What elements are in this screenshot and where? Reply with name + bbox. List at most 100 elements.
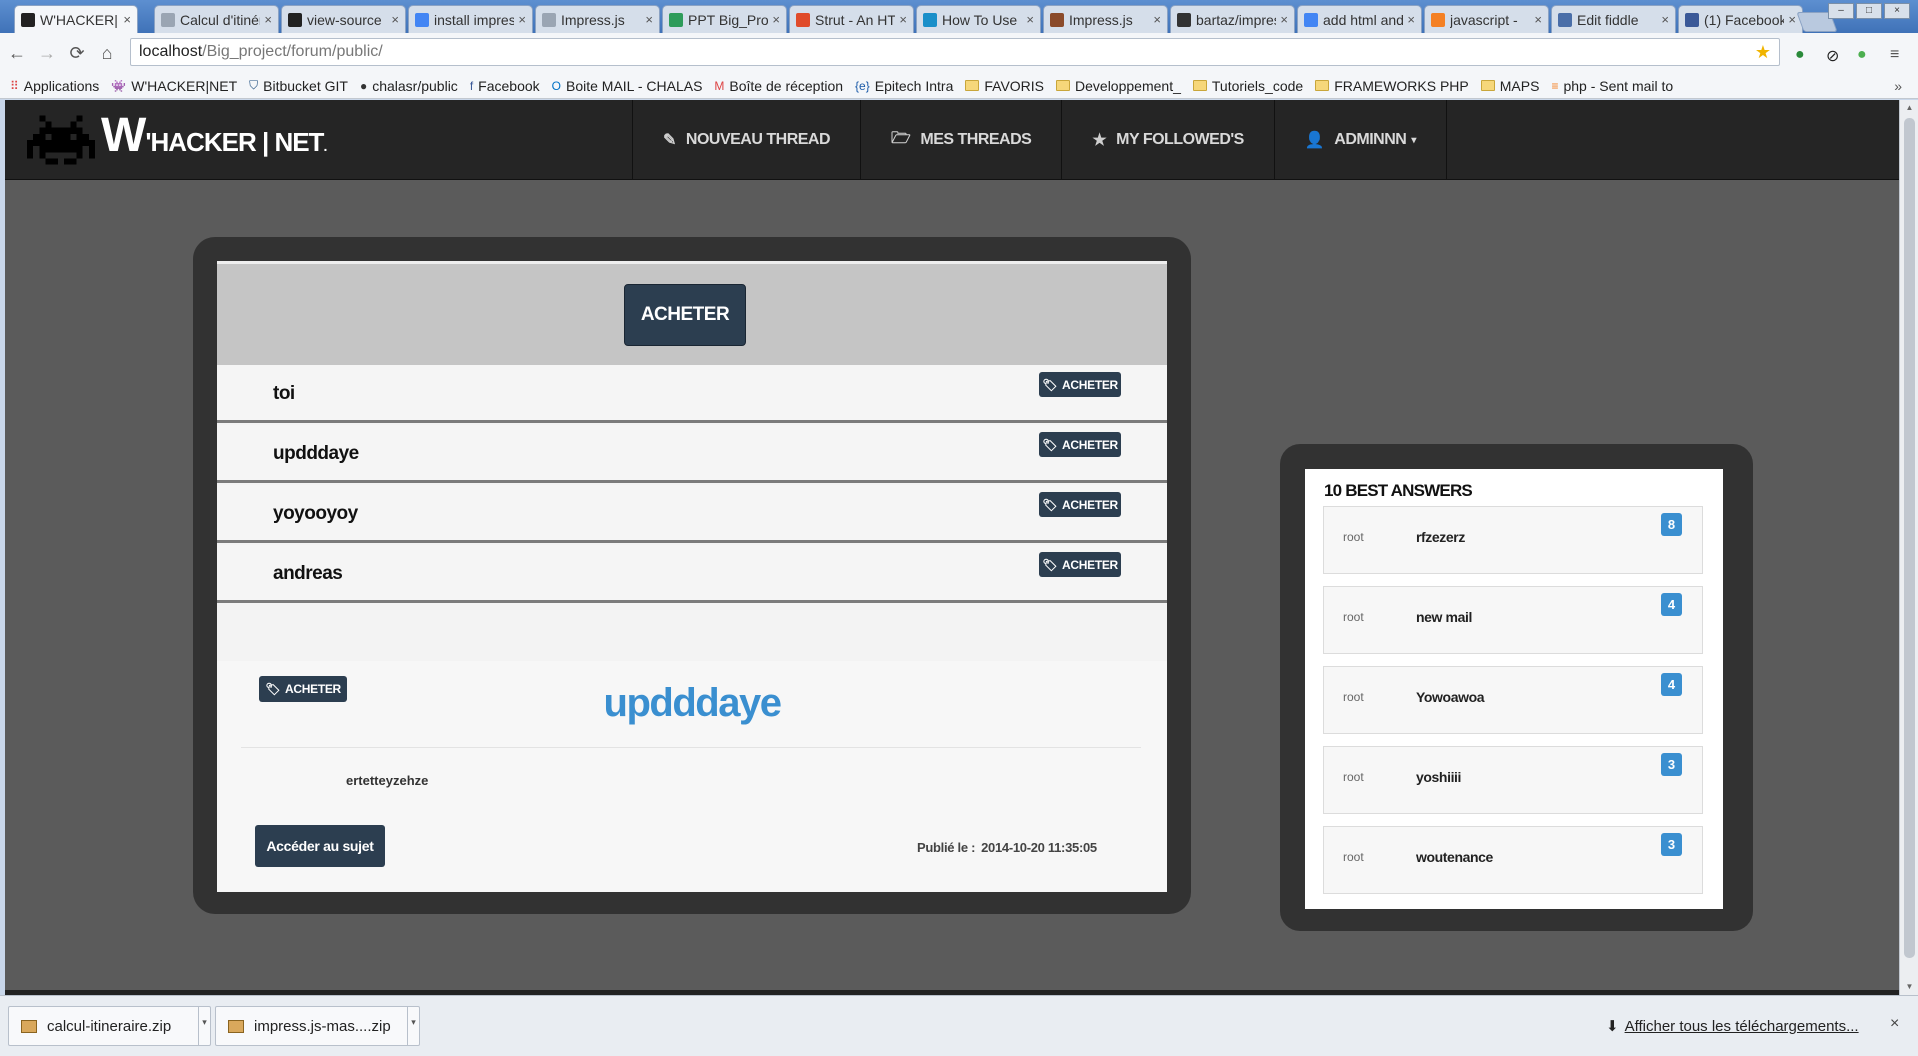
download-menu-icon[interactable]: ▾ xyxy=(198,1007,210,1045)
maximize-window-button[interactable]: □ xyxy=(1856,3,1882,19)
thread-title[interactable]: updddaye xyxy=(273,443,359,465)
strut-icon xyxy=(796,12,810,27)
address-bar[interactable]: localhost/Big_project/forum/public/ ★ xyxy=(130,38,1780,66)
browser-tab[interactable]: bartaz/impress.js × xyxy=(1170,5,1295,33)
browser-tab[interactable]: javascript - × xyxy=(1424,5,1549,33)
browser-tab[interactable]: add html and × xyxy=(1297,5,1422,33)
browser-tab[interactable]: view-source × xyxy=(281,5,406,33)
browser-tab[interactable]: Impress.js × xyxy=(535,5,660,33)
blocker-extension-icon[interactable]: ⊘ xyxy=(1826,46,1839,66)
nav-adminnn[interactable]: 👤 ADMINNN ▾ xyxy=(1275,100,1447,180)
tab-close-icon[interactable]: × xyxy=(391,12,399,27)
page-scrollbar[interactable]: ▲ ▼ xyxy=(1899,100,1918,995)
tab-close-icon[interactable]: × xyxy=(1026,12,1034,27)
answer-title[interactable]: new mail xyxy=(1416,609,1472,625)
minimize-window-button[interactable]: – xyxy=(1828,3,1854,19)
tag-label: ACHETER xyxy=(1062,557,1118,572)
thread-title[interactable]: toi xyxy=(273,383,295,405)
home-button[interactable]: ⌂ xyxy=(94,43,120,64)
thread-row[interactable]: toi 🏷 ACHETER xyxy=(217,365,1167,423)
globe-extension-icon[interactable]: ● xyxy=(1795,46,1805,64)
tab-close-icon[interactable]: × xyxy=(1153,12,1161,27)
show-all-downloads-link[interactable]: ⬇ Afficher tous les téléchargements... xyxy=(1606,1017,1859,1035)
browser-tab[interactable]: PPT Big_Project× xyxy=(662,5,787,33)
back-button[interactable]: ← xyxy=(4,43,30,64)
tab-title: view-source xyxy=(307,11,382,28)
thread-row[interactable]: updddaye 🏷 ACHETER xyxy=(217,425,1167,483)
access-thread-button[interactable]: Accéder au sujet xyxy=(255,825,385,867)
tab-close-icon[interactable]: × xyxy=(1534,12,1542,27)
bookmark-item[interactable]: ⛉ Bitbucket GIT xyxy=(249,78,348,94)
best-answer-item[interactable]: root yoshiiii 3 xyxy=(1323,746,1703,814)
scroll-up-icon[interactable]: ▲ xyxy=(1900,100,1918,116)
tab-close-icon[interactable]: × xyxy=(1407,12,1415,27)
bookmark-item[interactable]: FAVORIS xyxy=(965,78,1044,94)
tab-close-icon[interactable]: × xyxy=(264,12,272,27)
bookmark-item[interactable]: {e} Epitech Intra xyxy=(855,78,953,94)
browser-tab[interactable]: Edit fiddle × xyxy=(1551,5,1676,33)
buy-tag-button[interactable]: 🏷 ACHETER xyxy=(1039,372,1121,397)
download-menu-icon[interactable]: ▾ xyxy=(407,1007,419,1045)
best-answer-item[interactable]: root woutenance 3 xyxy=(1323,826,1703,894)
best-answer-item[interactable]: root Yowoawoa 4 xyxy=(1323,666,1703,734)
bookmark-item[interactable]: ● chalasr/public xyxy=(360,78,458,94)
tab-close-icon[interactable]: × xyxy=(518,12,526,27)
browser-tab[interactable]: Impress.js × xyxy=(1043,5,1168,33)
bookmark-item[interactable]: M Boîte de réception xyxy=(714,78,843,94)
thread-detail-title[interactable]: updddaye xyxy=(217,681,1167,726)
bookmark-item[interactable]: O Boite MAIL - CHALAS xyxy=(552,78,703,94)
answer-title[interactable]: Yowoawoa xyxy=(1416,689,1485,705)
answer-title[interactable]: yoshiiii xyxy=(1416,769,1461,785)
browser-tab[interactable]: install impress × xyxy=(408,5,533,33)
best-answer-item[interactable]: root rfzezerz 8 xyxy=(1323,506,1703,574)
browser-tab[interactable]: (1) Facebook × xyxy=(1678,5,1803,33)
bookmark-item[interactable]: ≡ php - Sent mail to xyxy=(1551,78,1673,94)
answer-title[interactable]: woutenance xyxy=(1416,849,1493,865)
download-item[interactable]: calcul-itineraire.zip ▾ xyxy=(8,1006,211,1046)
bookmark-item[interactable]: Tutoriels_code xyxy=(1192,78,1303,94)
nav-my-followed-s[interactable]: ★ MY FOLLOWED'S xyxy=(1062,100,1275,180)
bookmark-star-icon[interactable]: ★ xyxy=(1755,42,1771,63)
menu-icon[interactable]: ≡ xyxy=(1890,46,1899,64)
thread-title[interactable]: yoyooyoy xyxy=(273,503,358,525)
buy-tag-button[interactable]: 🏷 ACHETER xyxy=(1039,552,1121,577)
browser-tab[interactable]: Calcul d'itinéraire × xyxy=(154,5,279,33)
bookmark-item[interactable]: Developpement_ xyxy=(1056,78,1181,94)
nav-nouveau-thread[interactable]: ✎ NOUVEAU THREAD xyxy=(633,100,862,180)
tab-close-icon[interactable]: × xyxy=(1280,12,1288,27)
tab-close-icon[interactable]: × xyxy=(123,12,131,27)
bookmark-item[interactable]: ⠿ Applications xyxy=(10,78,99,94)
scrollbar-thumb[interactable] xyxy=(1904,118,1915,958)
site-logo[interactable]: W'HACKER | NET. xyxy=(27,112,327,168)
buy-tag-button[interactable]: 🏷 ACHETER xyxy=(1039,432,1121,457)
browser-tab[interactable]: W'HACKER|NET × xyxy=(14,5,138,33)
thread-row[interactable]: andreas 🏷 ACHETER xyxy=(217,545,1167,603)
tab-close-icon[interactable]: × xyxy=(1788,12,1796,27)
browser-tab[interactable]: How To Use × xyxy=(916,5,1041,33)
answer-author: root xyxy=(1343,610,1364,624)
buy-button[interactable]: ACHETER xyxy=(624,284,746,346)
tab-close-icon[interactable]: × xyxy=(772,12,780,27)
reload-button[interactable]: ⟳ xyxy=(64,43,90,64)
thread-title[interactable]: andreas xyxy=(273,563,343,585)
scroll-down-icon[interactable]: ▼ xyxy=(1900,979,1918,995)
buy-tag-button[interactable]: 🏷 ACHETER xyxy=(1039,492,1121,517)
answer-title[interactable]: rfzezerz xyxy=(1416,529,1465,545)
close-window-button[interactable]: × xyxy=(1884,3,1910,19)
browser-tab[interactable]: Strut - An HTML5× xyxy=(789,5,914,33)
nav-mes-threads[interactable]: 🗁 MES THREADS xyxy=(861,100,1063,180)
leaf-extension-icon[interactable]: ● xyxy=(1857,46,1867,64)
tab-close-icon[interactable]: × xyxy=(645,12,653,27)
bookmark-item[interactable]: MAPS xyxy=(1480,78,1539,94)
forward-button[interactable]: → xyxy=(34,43,60,64)
thread-row[interactable]: yoyooyoy 🏷 ACHETER xyxy=(217,485,1167,543)
tab-close-icon[interactable]: × xyxy=(899,12,907,27)
bookmarks-overflow-icon[interactable]: » xyxy=(1894,78,1902,94)
tab-close-icon[interactable]: × xyxy=(1661,12,1669,27)
close-download-bar-icon[interactable]: × xyxy=(1890,1015,1899,1033)
best-answer-item[interactable]: root new mail 4 xyxy=(1323,586,1703,654)
download-item[interactable]: impress.js-mas....zip ▾ xyxy=(215,1006,420,1046)
bookmark-item[interactable]: FRAMEWORKS PHP xyxy=(1315,78,1469,94)
bookmark-item[interactable]: 👾 W'HACKER|NET xyxy=(111,78,237,94)
bookmark-item[interactable]: f Facebook xyxy=(470,78,540,94)
